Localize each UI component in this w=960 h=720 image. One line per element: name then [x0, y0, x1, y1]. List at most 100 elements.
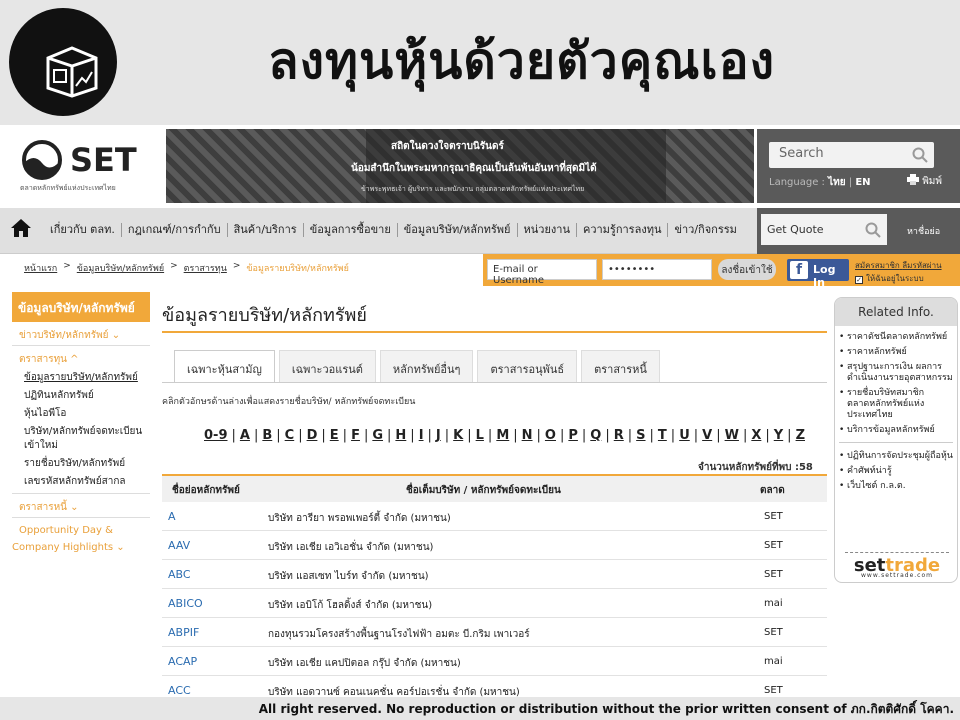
alphabet-separator: |	[387, 428, 392, 443]
alphabet-separator: |	[581, 428, 587, 443]
column-market[interactable]: ตลาด	[760, 483, 785, 498]
forgot-password-link[interactable]: ลืมรหัสผ่าน	[902, 261, 941, 270]
nav-item-units[interactable]: หน่วยงาน	[518, 223, 577, 237]
set-logo[interactable]: SET ตลาดหลักทรัพย์แห่งประเทศไทย	[20, 137, 160, 197]
row-company-name: บริษัท อารียา พรอพเพอร์ตี้ จำกัด (มหาชน)	[268, 513, 451, 524]
sidebar-header[interactable]: ข้อมูลบริษัท/หลักทรัพย์	[12, 292, 150, 322]
tab-other-securities[interactable]: หลักทรัพย์อื่นๆ	[379, 350, 474, 382]
tab-common-stock[interactable]: เฉพาะหุ้นสามัญ	[174, 350, 275, 382]
search-icon[interactable]	[912, 147, 928, 163]
banner-line-1: สถิตในดวงใจตราบนิรันดร์	[391, 141, 504, 152]
quote-search-icon[interactable]	[865, 222, 881, 238]
related-link-members[interactable]: รายชื่อบริษัทสมาชิกตลาดหลักทรัพย์แห่งประ…	[839, 388, 953, 421]
nav-item-knowledge[interactable]: ความรู้การลงทุน	[577, 223, 669, 237]
sidebar-section-equity[interactable]: ตราสารทุน ^	[12, 346, 150, 369]
alphabet-letter-s[interactable]: S	[636, 428, 645, 443]
home-icon[interactable]	[11, 219, 31, 237]
related-link-data-service[interactable]: บริการข้อมูลหลักทรัพย์	[839, 425, 953, 436]
row-symbol-link[interactable]: A	[168, 510, 176, 523]
row-symbol-link[interactable]: ACAP	[168, 655, 197, 668]
alphabet-letter-0-9[interactable]: 0-9	[204, 428, 228, 443]
column-symbol[interactable]: ชื่อย่อหลักทรัพย์	[172, 483, 240, 498]
sidebar-item-company-list[interactable]: รายชื่อบริษัท/หลักทรัพย์	[12, 455, 150, 473]
alphabet-letter-q[interactable]: Q	[590, 428, 601, 443]
alphabet-letter-k[interactable]: K	[453, 428, 463, 443]
alphabet-letter-l[interactable]: L	[476, 428, 484, 443]
related-link-sec-website[interactable]: เว็บไซต์ ก.ล.ต.	[839, 481, 953, 492]
alphabet-letter-p[interactable]: P	[568, 428, 578, 443]
related-link-agm-calendar[interactable]: ปฏิทินการจัดประชุมผู้ถือหุ้น	[839, 451, 953, 462]
alphabet-letter-v[interactable]: V	[702, 428, 712, 443]
alphabet-letter-x[interactable]: X	[751, 428, 761, 443]
sidebar-item-ipo[interactable]: หุ้นไอพีโอ	[12, 405, 150, 423]
email-field[interactable]: E-mail or Username	[487, 259, 597, 286]
alphabet-letter-y[interactable]: Y	[774, 428, 783, 443]
tab-warrant[interactable]: เฉพาะวอแรนต์	[278, 350, 376, 382]
sidebar-item-new-listing[interactable]: บริษัท/หลักทรัพย์จดทะเบียนเข้าใหม่	[12, 423, 150, 455]
search-input[interactable]: Search	[769, 142, 934, 168]
related-info-panel: Related Info. ราคาดัชนีตลาดหลักทรัพย์ รา…	[834, 297, 958, 583]
nav-item-listed[interactable]: ข้อมูลบริษัท/หลักทรัพย์	[398, 223, 518, 237]
settrade-url: www.settrade.com	[861, 572, 933, 579]
nav-item-products[interactable]: สินค้า/บริการ	[228, 223, 304, 237]
get-quote-input[interactable]: Get Quote	[761, 214, 887, 245]
alphabet-letter-m[interactable]: M	[496, 428, 509, 443]
breadcrumb-listed[interactable]: ข้อมูลบริษัท/หลักทรัพย์	[77, 261, 164, 275]
sidebar-item-company-info[interactable]: ข้อมูลรายบริษัท/หลักทรัพย์	[12, 369, 150, 387]
alphabet-letter-o[interactable]: O	[545, 428, 556, 443]
row-symbol-link[interactable]: ABPIF	[168, 626, 199, 639]
facebook-login-button[interactable]: f Log In	[787, 259, 849, 289]
remember-checkbox[interactable]: ✓	[855, 276, 863, 284]
nav-item-rules[interactable]: กฎเกณฑ์/การกำกับ	[122, 223, 228, 237]
tab-derivatives[interactable]: ตราสารอนุพันธ์	[477, 350, 578, 382]
lang-th-link[interactable]: ไทย	[828, 177, 845, 188]
related-link-financial-summary[interactable]: สรุปฐานะการเงิน ผลการดำเนินงานรายอุตสาหก…	[839, 362, 953, 384]
password-field[interactable]: ••••••••	[602, 259, 712, 280]
alphabet-letter-z[interactable]: Z	[796, 428, 805, 443]
alphabet-letter-c[interactable]: C	[285, 428, 295, 443]
alphabet-letter-a[interactable]: A	[240, 428, 250, 443]
alphabet-letter-g[interactable]: G	[372, 428, 383, 443]
sidebar-item-isin[interactable]: เลขรหัสหลักทรัพย์สากล	[12, 473, 150, 494]
related-link-prices[interactable]: ราคาหลักทรัพย์	[839, 347, 953, 358]
alphabet-letter-f[interactable]: F	[351, 428, 360, 443]
related-link-index[interactable]: ราคาดัชนีตลาดหลักทรัพย์	[839, 332, 953, 343]
alphabet-separator: |	[742, 428, 748, 443]
alphabet-letter-n[interactable]: N	[522, 428, 533, 443]
register-link[interactable]: สมัครสมาชิก	[855, 261, 900, 270]
breadcrumb-home[interactable]: หน้าแรก	[24, 261, 57, 275]
print-button[interactable]: พิมพ์	[907, 174, 942, 189]
row-symbol-link[interactable]: ABC	[168, 568, 191, 581]
alphabet-letter-h[interactable]: H	[395, 428, 406, 443]
alphabet-letter-w[interactable]: W	[725, 428, 739, 443]
login-button[interactable]: ลงชื่อเข้าใช้	[718, 259, 776, 280]
alphabet-letter-r[interactable]: R	[614, 428, 624, 443]
row-market: mai	[764, 656, 783, 667]
alphabet-letter-b[interactable]: B	[262, 428, 272, 443]
nav-item-trading[interactable]: ข้อมูลการซื้อขาย	[304, 223, 398, 237]
related-link-glossary[interactable]: คำศัพท์น่ารู้	[839, 466, 953, 477]
alphabet-letter-u[interactable]: U	[679, 428, 690, 443]
column-name[interactable]: ชื่อเต็มบริษัท / หลักทรัพย์จดทะเบียน	[406, 483, 561, 498]
remember-me[interactable]: ✓ ให้ฉันอยู่ในระบบ	[855, 272, 924, 285]
sidebar-section-news[interactable]: ข่าวบริษัท/หลักทรัพย์ ⌄	[12, 322, 150, 346]
sidebar-opportunity-line2[interactable]: Company Highlights ⌄	[12, 539, 150, 556]
find-symbol-link[interactable]: หาชื่อย่อ	[907, 224, 940, 238]
nav-item-news[interactable]: ข่าว/กิจกรรม	[668, 223, 742, 237]
sidebar-opportunity-line1[interactable]: Opportunity Day &	[12, 518, 150, 539]
breadcrumb-equity[interactable]: ตราสารทุน	[184, 261, 227, 275]
sidebar-section-debt[interactable]: ตราสารหนี้ ⌄	[12, 494, 150, 518]
row-symbol-link[interactable]: ABICO	[168, 597, 203, 610]
alphabet-letter-e[interactable]: E	[330, 428, 339, 443]
row-symbol-link[interactable]: ACC	[168, 684, 191, 697]
tab-bonds[interactable]: ตราสารหนี้	[581, 350, 660, 382]
alphabet-letter-t[interactable]: T	[658, 428, 667, 443]
breadcrumb-current: ข้อมูลรายบริษัท/หลักทรัพย์	[246, 264, 349, 274]
row-market: SET	[764, 540, 783, 551]
nav-item-about[interactable]: เกี่ยวกับ ตลท.	[44, 223, 122, 237]
lang-en-link[interactable]: EN	[855, 177, 870, 188]
sidebar-item-calendar[interactable]: ปฏิทินหลักทรัพย์	[12, 387, 150, 405]
title-divider	[162, 331, 827, 333]
alphabet-letter-d[interactable]: D	[307, 428, 318, 443]
row-symbol-link[interactable]: AAV	[168, 539, 190, 552]
